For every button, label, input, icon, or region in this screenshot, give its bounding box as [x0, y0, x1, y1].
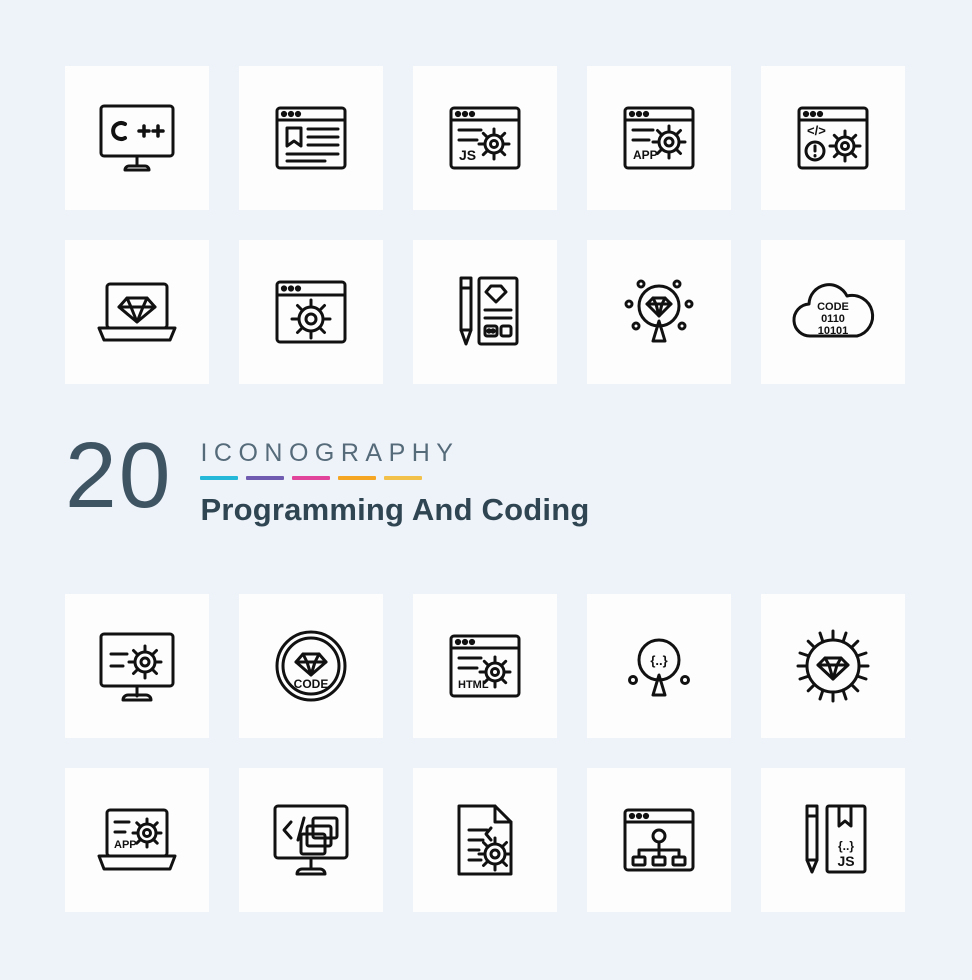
icon-row-4: APP {..} JS [0, 768, 905, 912]
icon-tile-badge-diamond-code[interactable]: CODE [239, 594, 383, 738]
icon-label-badge-code: CODE [294, 677, 329, 691]
icon-label-search-brackets: {..} [650, 653, 667, 668]
icon-tile-browser-gear[interactable] [239, 240, 383, 384]
icon-row-3: CODE HTML {..} [0, 594, 905, 738]
icon-label-cloud-binary-1: 0110 [821, 313, 845, 325]
icon-label-laptop-app: APP [114, 839, 137, 851]
icon-tile-browser-sitemap[interactable] [587, 768, 731, 912]
icon-tile-laptop-app-gear[interactable]: APP [65, 768, 209, 912]
icon-label-cloud-code: CODE [817, 301, 849, 313]
poster-subtitle: Programming And Coding [200, 492, 590, 527]
icon-tile-browser-bookmark-code[interactable] [239, 66, 383, 210]
dash-3 [292, 476, 331, 480]
kicker-label: ICONOGRAPHY [200, 439, 460, 467]
icon-tile-search-diamond[interactable] [587, 240, 731, 384]
icon-pack-poster: JS APP </> CODE 0110 10101 20 ICONOGRAPH… [0, 0, 972, 980]
icon-tile-search-code-brackets[interactable]: {..} [587, 594, 731, 738]
icon-tile-gear-diamond[interactable] [761, 594, 905, 738]
icon-tile-document-code-gear[interactable] [413, 768, 557, 912]
icon-tile-design-tools-diamond[interactable] [413, 240, 557, 384]
icon-label-app: APP [633, 148, 658, 162]
poster-title-block: 20 ICONOGRAPHY Programming And Coding [65, 425, 589, 528]
icon-tile-laptop-diamond[interactable] [65, 240, 209, 384]
dash-4 [338, 476, 377, 480]
icon-tile-monitor-cpp[interactable] [65, 66, 209, 210]
icon-tile-browser-code-alert-gear[interactable]: </> [761, 66, 905, 210]
icon-label-js: JS [837, 853, 854, 869]
dash-5 [384, 476, 423, 480]
icon-tile-monitor-code-layers[interactable] [239, 768, 383, 912]
icon-tile-bookmark-pencil-js[interactable]: {..} JS [761, 768, 905, 912]
icon-label-cloud-binary-2: 10101 [818, 325, 849, 337]
icon-tile-cloud-code-binary[interactable]: CODE 0110 10101 [761, 240, 905, 384]
icon-count: 20 [65, 423, 173, 527]
icon-tile-browser-app-gear[interactable]: APP [587, 66, 731, 210]
icon-tile-monitor-gear[interactable] [65, 594, 209, 738]
icon-tile-browser-js-gear[interactable]: JS [413, 66, 557, 210]
dash-1 [200, 476, 239, 480]
icon-tile-browser-html-gear[interactable]: HTML [413, 594, 557, 738]
icon-label-code-brackets: </> [807, 123, 826, 138]
icon-label-js: JS [459, 147, 476, 163]
title-text-group: ICONOGRAPHY Programming And Coding [200, 425, 589, 528]
icon-row-2: CODE 0110 10101 [0, 240, 905, 384]
icon-row-1: JS APP </> [0, 66, 905, 210]
icon-label-js-brackets: {..} [838, 839, 854, 853]
color-dash-group [200, 476, 589, 480]
dash-2 [246, 476, 285, 480]
